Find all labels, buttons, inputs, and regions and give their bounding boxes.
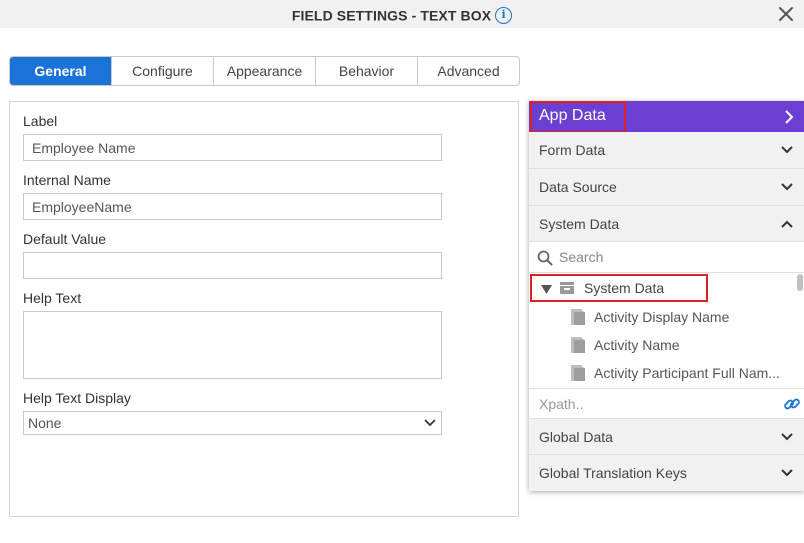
dialog-titlebar: FIELD SETTINGS - TEXT BOX i: [0, 0, 804, 28]
chevron-down-icon: [424, 419, 436, 427]
document-icon: [571, 365, 585, 381]
label-input[interactable]: Employee Name: [23, 134, 442, 161]
dialog-title-text: FIELD SETTINGS - TEXT BOX: [291, 7, 492, 24]
chevron-down-icon: [781, 433, 793, 441]
help-text-display-selected: None: [28, 415, 62, 431]
label-field-label: Label: [23, 113, 58, 129]
tab-behavior[interactable]: Behavior: [316, 57, 418, 85]
tab-appearance[interactable]: Appearance: [214, 57, 316, 85]
default-value-field-label: Default Value: [23, 231, 107, 247]
chevron-down-icon: [781, 469, 793, 477]
section-data-source[interactable]: Data Source: [529, 169, 804, 206]
chevron-down-icon: [781, 146, 793, 154]
section-form-data[interactable]: Form Data: [529, 132, 804, 169]
tab-advanced[interactable]: Advanced: [418, 57, 519, 85]
app-data-panel: App Data Form Data Data Source System Da…: [529, 101, 804, 491]
section-system-data-label: System Data: [539, 216, 620, 232]
tab-general[interactable]: General: [10, 57, 112, 85]
tree-item-activity-participant-full-name[interactable]: Activity Participant Full Nam...: [571, 362, 786, 386]
tree-item-activity-name[interactable]: Activity Name: [571, 334, 786, 358]
help-text-display-select[interactable]: None: [23, 411, 442, 435]
xpath-row: Xpath..: [529, 388, 804, 419]
database-icon: [560, 282, 574, 294]
document-icon: [571, 309, 585, 325]
close-icon[interactable]: [776, 4, 796, 24]
app-data-header[interactable]: App Data: [529, 101, 804, 133]
section-data-source-label: Data Source: [539, 179, 617, 195]
chevron-right-icon: [785, 110, 794, 124]
tree-item-label: Activity Participant Full Nam...: [594, 365, 780, 381]
caret-down-icon[interactable]: [541, 285, 552, 294]
app-data-highlight-box: [530, 101, 626, 133]
document-icon: [571, 337, 585, 353]
section-global-translation-keys-label: Global Translation Keys: [539, 465, 687, 481]
section-global-data-label: Global Data: [539, 429, 613, 445]
section-global-translation-keys[interactable]: Global Translation Keys: [529, 455, 804, 491]
search-input[interactable]: Search: [559, 249, 603, 265]
xpath-input[interactable]: Xpath..: [539, 396, 583, 412]
internal-name-input[interactable]: EmployeeName: [23, 193, 442, 220]
default-value-input[interactable]: [23, 252, 442, 279]
settings-tabs: General Configure Appearance Behavior Ad…: [9, 56, 520, 86]
chevron-down-icon: [781, 183, 793, 191]
internal-name-field-label: Internal Name: [23, 172, 111, 188]
help-text-field-label: Help Text: [23, 290, 82, 306]
help-text-textarea[interactable]: [23, 311, 442, 379]
general-panel: Label Employee Name Internal Name Employ…: [9, 101, 519, 517]
info-icon[interactable]: i: [495, 6, 513, 24]
dialog-title: FIELD SETTINGS - TEXT BOX i: [0, 6, 804, 24]
tree-root-label[interactable]: System Data: [584, 280, 664, 296]
tree-item-label: Activity Display Name: [594, 309, 730, 325]
section-form-data-label: Form Data: [539, 142, 606, 158]
tree-scrollbar[interactable]: [797, 274, 803, 291]
section-system-data[interactable]: System Data: [529, 206, 804, 242]
tree-item-label: Activity Name: [594, 337, 680, 353]
search-icon: [537, 250, 553, 266]
chevron-up-icon: [781, 220, 793, 228]
section-global-data[interactable]: Global Data: [529, 419, 804, 455]
tree-item-activity-display-name[interactable]: Activity Display Name: [571, 306, 786, 330]
system-data-tree: System Data Activity Display Name Activi…: [529, 273, 804, 388]
help-text-display-field-label: Help Text Display: [23, 390, 131, 406]
link-icon[interactable]: [783, 395, 801, 413]
tab-configure[interactable]: Configure: [112, 57, 214, 85]
system-data-search[interactable]: Search: [529, 242, 804, 273]
